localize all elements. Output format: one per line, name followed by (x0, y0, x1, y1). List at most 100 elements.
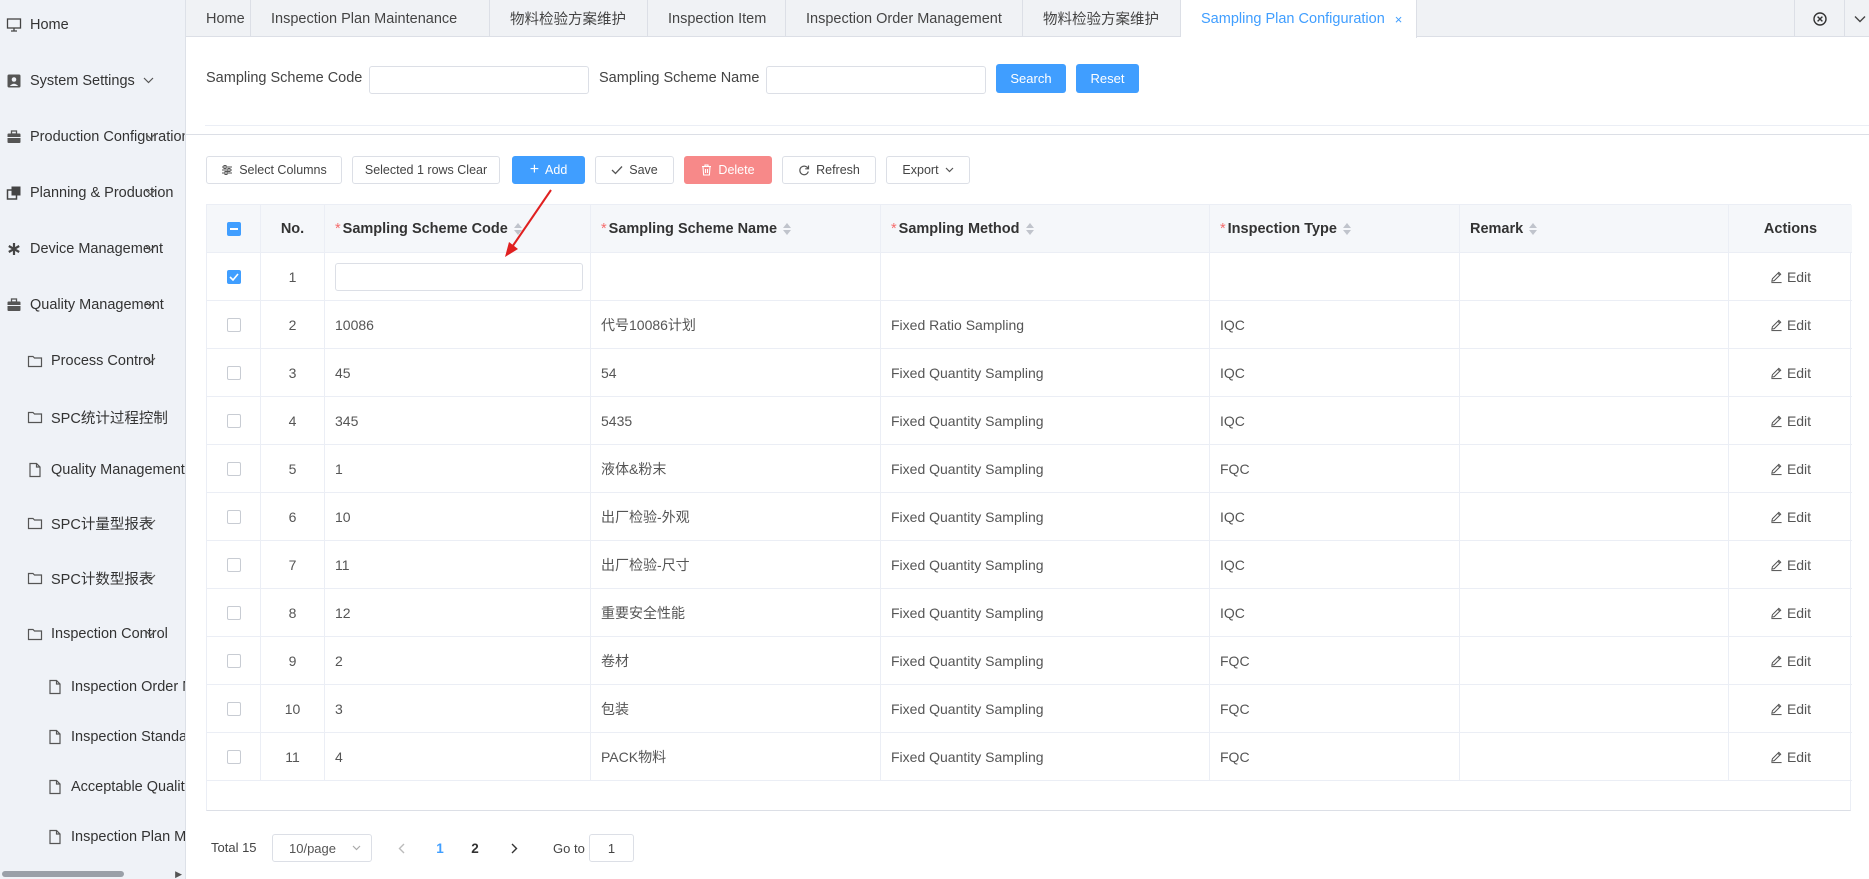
table-row[interactable]: 9 2 卷材 Fixed Quantity Sampling FQC Edit (207, 637, 1852, 685)
row-checkbox[interactable] (226, 510, 241, 524)
row-checkbox[interactable] (226, 558, 241, 572)
cell-remark (1460, 445, 1729, 493)
goto-page-input[interactable]: 1 (589, 834, 634, 862)
edit-button[interactable]: Edit (1770, 557, 1811, 573)
close-tab-icon[interactable]: × (1395, 12, 1403, 27)
sidebar-subitem-2[interactable]: Quality Management I (0, 450, 185, 490)
sidebar-scrollbar[interactable]: ▶ (0, 867, 185, 879)
table-row[interactable]: 8 12 重要安全性能 Fixed Quantity Sampling IQC Edit (207, 589, 1852, 637)
clear-selection-button[interactable]: Selected 1 rows Clear (352, 156, 500, 184)
edit-button[interactable]: Edit (1770, 317, 1811, 333)
sort-icon[interactable] (1342, 222, 1351, 236)
edit-button[interactable]: Edit (1770, 413, 1811, 429)
tab-1[interactable]: Inspection Plan Maintenance (251, 0, 490, 37)
tab-4[interactable]: Inspection Order Management (786, 0, 1023, 37)
edit-button[interactable]: Edit (1770, 653, 1811, 669)
row-checkbox[interactable] (226, 462, 241, 476)
table-row[interactable]: 10 3 包装 Fixed Quantity Sampling FQC Edit (207, 685, 1852, 733)
table-row[interactable]: 2 10086 代号10086计划 Fixed Ratio Sampling IQC Ed… (207, 301, 1852, 349)
table-row[interactable]: 4 345 5435 Fixed Quantity Sampling IQC Edit (207, 397, 1852, 445)
sidebar-subitem-0[interactable]: Process Control (0, 341, 185, 381)
column-header-remark[interactable]: Remark (1460, 205, 1729, 253)
edit-label: Edit (1786, 653, 1812, 669)
page-size-select[interactable]: 10/page (272, 834, 372, 862)
cell-name: 54 (591, 349, 881, 397)
page-1-button[interactable]: 1 (426, 834, 454, 862)
tab-2[interactable]: 物料检验方案维护 (490, 0, 648, 37)
edit-button[interactable]: Edit (1770, 749, 1811, 765)
table-row[interactable]: 3 45 54 Fixed Quantity Sampling IQC Edit (207, 349, 1852, 397)
save-button[interactable]: Save (595, 156, 674, 184)
tab-5[interactable]: 物料检验方案维护 (1023, 0, 1181, 37)
sidebar-item-0[interactable]: Home (0, 5, 185, 45)
sort-icon[interactable] (1025, 222, 1034, 236)
page-2-button[interactable]: 2 (461, 834, 489, 862)
sidebar-subsubitem-0[interactable]: Inspection Order M (0, 667, 185, 707)
row-checkbox[interactable] (226, 270, 241, 284)
code-filter-input[interactable] (369, 66, 589, 94)
scrollbar-thumb[interactable] (2, 871, 124, 877)
close-all-tabs-button[interactable] (1794, 0, 1844, 37)
row-checkbox[interactable] (226, 318, 241, 332)
sidebar-item-5[interactable]: Quality Management (0, 285, 185, 325)
add-button[interactable]: + Add (512, 156, 585, 184)
refresh-button[interactable]: Refresh (782, 156, 876, 184)
column-header-no[interactable]: No. (261, 205, 325, 253)
table-row[interactable]: 5 1 液体&粉末 Fixed Quantity Sampling FQC Edit (207, 445, 1852, 493)
sort-icon[interactable] (783, 222, 792, 236)
sidebar-subitem-5[interactable]: Inspection Control (0, 614, 185, 654)
cell-sel (207, 349, 261, 397)
tab-0[interactable]: Home (186, 0, 251, 37)
sidebar-subsubitem-1[interactable]: Inspection Standar (0, 717, 185, 757)
next-page-button[interactable] (500, 834, 528, 862)
tab-6[interactable]: Sampling Plan Configuration × (1181, 0, 1417, 38)
row-checkbox[interactable] (226, 750, 241, 764)
sidebar-subitem-3[interactable]: SPC计量型报表 (0, 503, 185, 543)
row-checkbox[interactable] (226, 702, 241, 716)
edit-button[interactable]: Edit (1770, 605, 1811, 621)
row-checkbox[interactable] (226, 414, 241, 428)
column-header-method[interactable]: * Sampling Method (881, 205, 1210, 253)
column-header-sel[interactable] (207, 205, 261, 253)
table-row[interactable]: 1 Edit (207, 253, 1852, 301)
sidebar-subsubitem-3[interactable]: Inspection Plan Ma (0, 817, 185, 857)
code-edit-input[interactable] (335, 263, 583, 291)
table-row[interactable]: 11 4 PACK物料 Fixed Quantity Sampling FQC Edit (207, 733, 1852, 781)
column-header-type[interactable]: * Inspection Type (1210, 205, 1460, 253)
row-checkbox[interactable] (226, 366, 241, 380)
sidebar-item-3[interactable]: Planning & Production (0, 173, 185, 213)
sidebar-item-4[interactable]: Device Management (0, 229, 185, 269)
table-row[interactable]: 7 11 出厂检验-尺寸 Fixed Quantity Sampling IQC Edit (207, 541, 1852, 589)
edit-label: Edit (1786, 605, 1812, 621)
column-header-name[interactable]: * Sampling Scheme Name (591, 205, 881, 253)
column-header-actions[interactable]: Actions (1729, 205, 1852, 253)
export-button[interactable]: Export (886, 156, 970, 184)
sidebar-item-2[interactable]: Production Configuration (0, 117, 185, 157)
delete-button[interactable]: Delete (684, 156, 772, 184)
edit-button[interactable]: Edit (1770, 509, 1811, 525)
prev-page-button[interactable] (387, 834, 415, 862)
select-all-checkbox[interactable] (226, 222, 241, 236)
sidebar-subitem-4[interactable]: SPC计数型报表 (0, 558, 185, 598)
sort-icon[interactable] (1529, 222, 1538, 236)
select-columns-button[interactable]: Select Columns (206, 156, 342, 184)
search-button[interactable]: Search (996, 64, 1066, 93)
edit-button[interactable]: Edit (1770, 701, 1811, 717)
reset-button[interactable]: Reset (1076, 64, 1139, 93)
sidebar-subsubitem-2[interactable]: Acceptable Quality (0, 767, 185, 807)
name-filter-input[interactable] (766, 66, 986, 94)
sidebar-item-1[interactable]: System Settings (0, 61, 185, 101)
edit-button[interactable]: Edit (1770, 365, 1811, 381)
cell-value: Fixed Quantity Sampling (891, 749, 1044, 765)
tabs-more-button[interactable] (1844, 0, 1869, 37)
tab-3[interactable]: Inspection Item (648, 0, 786, 37)
table-row[interactable]: 6 10 出厂检验-外观 Fixed Quantity Sampling IQC Edit (207, 493, 1852, 541)
file-icon (49, 729, 61, 745)
sidebar-subitem-1[interactable]: SPC统计过程控制 (0, 397, 185, 437)
edit-button[interactable]: Edit (1770, 461, 1811, 477)
row-checkbox[interactable] (226, 654, 241, 668)
row-checkbox[interactable] (226, 606, 241, 620)
cell-remark (1460, 349, 1729, 397)
edit-button[interactable]: Edit (1770, 269, 1811, 285)
scroll-right-icon[interactable]: ▶ (175, 869, 182, 879)
